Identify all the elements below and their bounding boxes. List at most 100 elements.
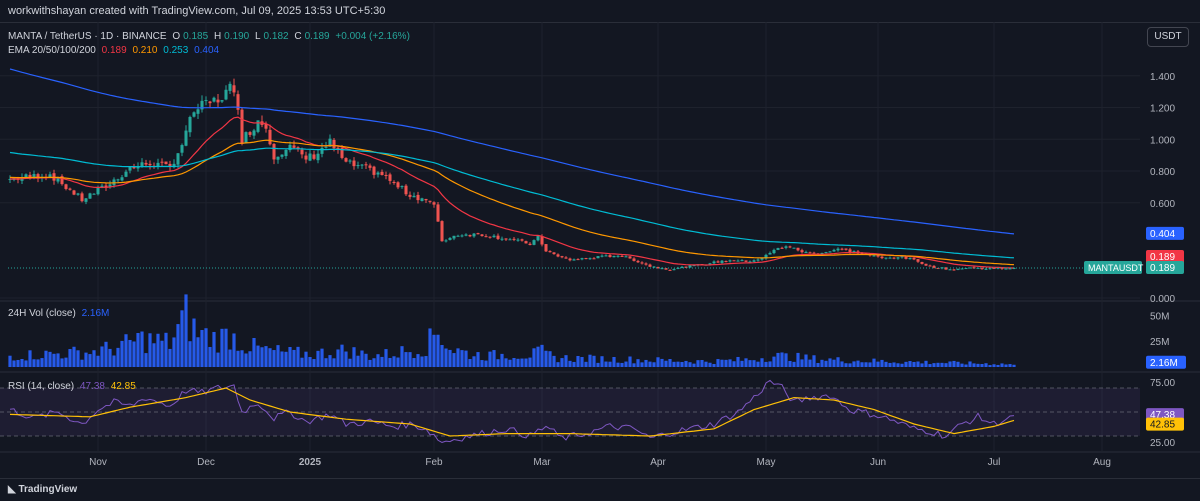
- time-tick-label: Feb: [425, 457, 443, 468]
- candle-body: [552, 252, 556, 255]
- price-tick-label: 0.000: [1150, 294, 1175, 305]
- rsi-tick-label: 75.00: [1150, 378, 1175, 389]
- volume-bar: [444, 348, 448, 367]
- candle-body: [420, 198, 424, 202]
- candle-body: [456, 235, 460, 237]
- chart-canvas[interactable]: Nov Dec 2025 Feb Mar Apr May Jun Jul Aug 1.400 1.2…: [0, 0, 1200, 478]
- volume-bar: [392, 356, 396, 367]
- volume-bar: [772, 356, 776, 367]
- volume-bar: [536, 346, 540, 367]
- volume-bar: [1008, 364, 1012, 367]
- candle-body: [372, 166, 376, 175]
- volume-bar: [316, 350, 320, 367]
- volume-bar: [744, 358, 748, 367]
- candle-body: [388, 174, 392, 181]
- candle-body: [644, 263, 648, 265]
- tradingview-logo[interactable]: ◣ TradingView: [8, 484, 77, 495]
- grid-lines: [0, 22, 1200, 453]
- volume-bar: [96, 355, 100, 367]
- volume-bar: [220, 328, 224, 367]
- last-price-tag-text: 0.189: [1150, 263, 1175, 274]
- volume-bar: [216, 352, 220, 367]
- candle-body: [72, 190, 76, 195]
- candle-body: [728, 260, 732, 262]
- volume-bar: [340, 344, 344, 367]
- volume-bar: [324, 358, 328, 367]
- volume-bar: [836, 357, 840, 367]
- volume-bar: [724, 359, 728, 367]
- volume-bar: [132, 341, 136, 367]
- volume-bar: [872, 358, 876, 367]
- candle-body: [288, 144, 292, 151]
- volume-bar: [224, 328, 228, 367]
- candle-body: [600, 255, 604, 257]
- candle-body: [292, 145, 296, 148]
- volume-bar: [168, 348, 172, 367]
- symbol-name[interactable]: MANTA / TetherUS · 1D · BINANCE: [8, 31, 167, 42]
- x-axis: Nov Dec 2025 Feb Mar Apr May Jun Jul Aug: [89, 457, 1111, 468]
- volume-bar: [532, 348, 536, 367]
- candle-body: [220, 100, 224, 102]
- volume-bar: [344, 351, 348, 367]
- candle-body: [384, 175, 388, 177]
- volume-bar: [952, 360, 956, 367]
- volume-bar: [112, 355, 116, 367]
- volume-bar: [944, 363, 948, 367]
- volume-bar: [888, 362, 892, 367]
- candle-body: [604, 255, 608, 257]
- candle-body: [544, 244, 548, 252]
- rsi-legend[interactable]: RSI (14, close) 47.38 42.85: [8, 381, 139, 392]
- candle-body: [744, 260, 748, 262]
- candle-body: [240, 109, 244, 144]
- volume-bar: [564, 355, 568, 367]
- candle-body: [252, 130, 256, 136]
- candle-body: [1004, 268, 1008, 270]
- candle-body: [888, 257, 892, 259]
- candle-body: [380, 171, 384, 176]
- candle-body: [316, 153, 320, 161]
- volume-bar: [948, 361, 952, 367]
- high-value: 0.190: [224, 31, 250, 42]
- candle-body: [596, 256, 600, 259]
- ema-legend[interactable]: EMA 20/50/100/200 0.189 0.210 0.253 0.40…: [8, 45, 222, 56]
- candle-body: [324, 146, 328, 148]
- candle-body: [916, 259, 920, 262]
- volume-bar: [188, 341, 192, 367]
- ema-label: EMA 20/50/100/200: [8, 45, 96, 56]
- currency-button[interactable]: USDT: [1147, 27, 1189, 47]
- volume-bar: [976, 363, 980, 367]
- candle-body: [880, 256, 884, 259]
- candle-body: [952, 269, 956, 271]
- volume-bar: [388, 357, 392, 367]
- volume-bar: [156, 333, 160, 367]
- volume-bar: [816, 362, 820, 367]
- candle-body: [144, 162, 148, 165]
- volume-bar: [160, 340, 164, 367]
- candle-body: [364, 164, 368, 166]
- candle-body: [276, 156, 280, 160]
- volume-bar: [560, 358, 564, 367]
- volume-legend[interactable]: 24H Vol (close) 2.16M: [8, 308, 112, 319]
- open-value: 0.185: [183, 31, 209, 42]
- volume-bar: [940, 362, 944, 367]
- volume-bar: [400, 346, 404, 367]
- volume-bar: [764, 361, 768, 367]
- candle-body: [272, 143, 276, 160]
- volume-bar: [296, 346, 300, 367]
- volume-value: 2.16M: [81, 308, 110, 319]
- ema100-value: 0.253: [163, 45, 189, 56]
- volume-bar: [612, 357, 616, 367]
- ema50-value: 0.210: [132, 45, 158, 56]
- candle-body: [808, 252, 812, 254]
- candle-body: [268, 129, 272, 145]
- time-tick-label: Nov: [89, 457, 107, 468]
- volume-bar: [356, 355, 360, 367]
- candle-body: [80, 193, 84, 202]
- volume-bar: [664, 360, 668, 367]
- volume-bar: [60, 358, 64, 367]
- low-label: L: [254, 31, 261, 42]
- volume-bar: [104, 341, 108, 367]
- candle-body: [648, 264, 652, 267]
- volume-bar: [428, 328, 432, 367]
- candle-body: [492, 235, 496, 238]
